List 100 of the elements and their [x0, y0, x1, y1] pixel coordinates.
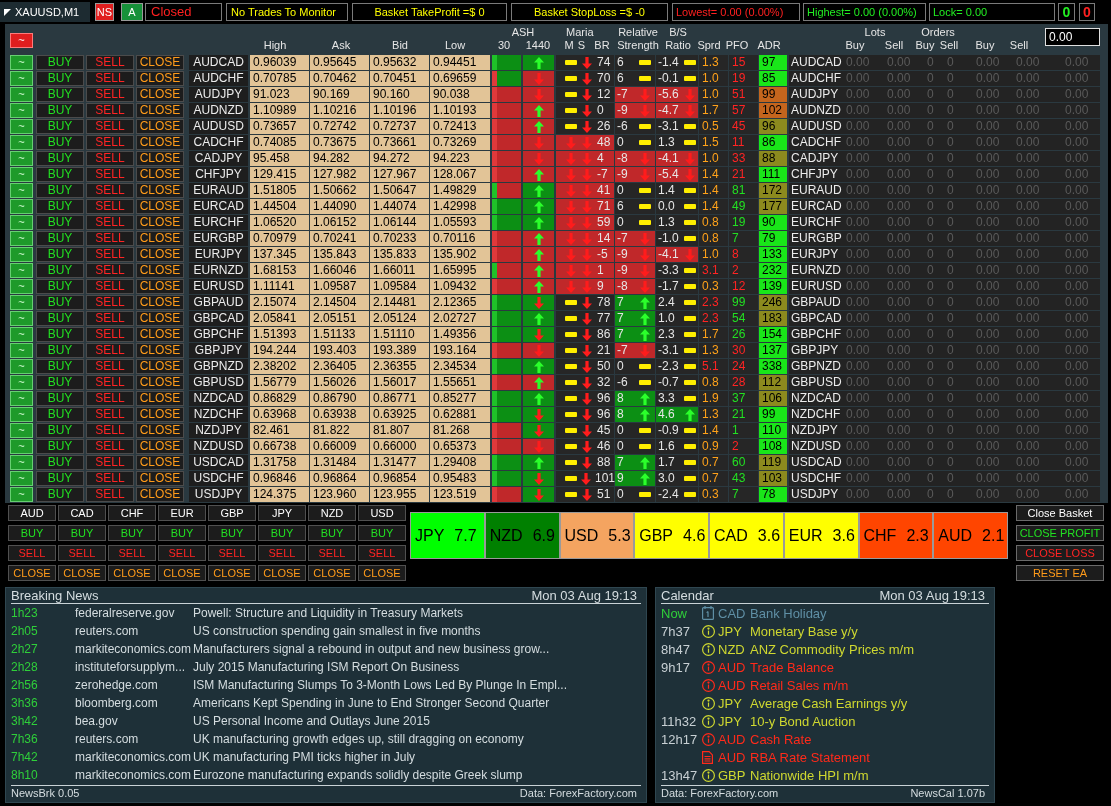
- close-button[interactable]: CLOSE: [136, 455, 184, 470]
- close-button[interactable]: CLOSE: [308, 565, 356, 581]
- event-title[interactable]: Average Cash Earnings y/y: [750, 695, 908, 711]
- lot-size-field[interactable]: 0.00: [1045, 28, 1100, 46]
- sell-button[interactable]: SELL: [58, 545, 106, 561]
- buy-button[interactable]: BUY: [36, 279, 84, 294]
- sell-button[interactable]: SELL: [86, 55, 134, 70]
- buy-button[interactable]: BUY: [36, 263, 84, 278]
- currency-button[interactable]: USD: [358, 505, 406, 521]
- sell-button[interactable]: SELL: [358, 545, 406, 561]
- buy-button[interactable]: BUY: [36, 103, 84, 118]
- close-button[interactable]: CLOSE: [136, 71, 184, 86]
- close-button[interactable]: CLOSE: [136, 55, 184, 70]
- buy-button[interactable]: BUY: [36, 455, 84, 470]
- sell-button[interactable]: SELL: [86, 407, 134, 422]
- buy-button[interactable]: BUY: [36, 135, 84, 150]
- close-button[interactable]: CLOSE: [136, 167, 184, 182]
- close-button[interactable]: CLOSE: [136, 327, 184, 342]
- sell-button[interactable]: SELL: [86, 359, 134, 374]
- news-headline[interactable]: Powell: Structure and Liquidity in Treasury Markets: [193, 606, 464, 620]
- buy-button[interactable]: BUY: [36, 87, 84, 102]
- sell-button[interactable]: SELL: [158, 545, 206, 561]
- close-button[interactable]: CLOSE: [108, 565, 156, 581]
- news-headline[interactable]: UK manufacturing PMI ticks higher in July: [193, 750, 416, 764]
- sell-button[interactable]: SELL: [86, 327, 134, 342]
- buy-button[interactable]: BUY: [36, 487, 84, 502]
- currency-button[interactable]: EUR: [158, 505, 206, 521]
- news-headline[interactable]: July 2015 Manufacturing ISM Report On Business: [193, 660, 460, 674]
- buy-button[interactable]: BUY: [36, 407, 84, 422]
- close-button[interactable]: CLOSE: [136, 391, 184, 406]
- buy-button[interactable]: BUY: [36, 55, 84, 70]
- buy-button[interactable]: BUY: [158, 525, 206, 541]
- buy-button[interactable]: BUY: [36, 231, 84, 246]
- sell-button[interactable]: SELL: [86, 167, 134, 182]
- sell-button[interactable]: SELL: [86, 423, 134, 438]
- sell-button[interactable]: SELL: [86, 119, 134, 134]
- close-button[interactable]: CLOSE: [136, 279, 184, 294]
- event-title[interactable]: ANZ Commodity Prices m/m: [750, 641, 914, 657]
- sell-button[interactable]: SELL: [308, 545, 356, 561]
- buy-button[interactable]: BUY: [36, 471, 84, 486]
- buy-button[interactable]: BUY: [36, 423, 84, 438]
- sell-button[interactable]: SELL: [86, 487, 134, 502]
- news-headline[interactable]: US Personal Income and Outlays June 2015: [193, 714, 430, 728]
- close-button[interactable]: CLOSE: [136, 439, 184, 454]
- sell-button[interactable]: SELL: [8, 545, 56, 561]
- buy-button[interactable]: BUY: [36, 247, 84, 262]
- close-basket-button[interactable]: Close Basket: [1016, 505, 1104, 521]
- toggle-button[interactable]: A: [121, 3, 143, 21]
- event-title[interactable]: RBA Rate Statement: [750, 749, 870, 765]
- event-title[interactable]: Bank Holiday: [750, 605, 827, 621]
- close-button[interactable]: CLOSE: [258, 565, 306, 581]
- close-button[interactable]: CLOSE: [136, 151, 184, 166]
- close-button[interactable]: CLOSE: [136, 407, 184, 422]
- buy-button[interactable]: BUY: [108, 525, 156, 541]
- chart-tab[interactable]: XAUUSD,M1: [0, 2, 90, 22]
- sell-button[interactable]: SELL: [86, 391, 134, 406]
- close-button[interactable]: CLOSE: [136, 471, 184, 486]
- event-title[interactable]: 10-y Bond Auction: [750, 713, 856, 729]
- sell-button[interactable]: SELL: [86, 247, 134, 262]
- buy-button[interactable]: BUY: [36, 183, 84, 198]
- sell-button[interactable]: SELL: [86, 311, 134, 326]
- buy-button[interactable]: BUY: [36, 391, 84, 406]
- sell-button[interactable]: SELL: [86, 135, 134, 150]
- close-button[interactable]: CLOSE: [136, 87, 184, 102]
- currency-button[interactable]: AUD: [8, 505, 56, 521]
- sell-button[interactable]: SELL: [86, 471, 134, 486]
- buy-button[interactable]: BUY: [58, 525, 106, 541]
- news-headline[interactable]: UK manufacturing growth edges up, still dragging on economy: [193, 732, 524, 746]
- sell-button[interactable]: SELL: [86, 375, 134, 390]
- sell-button[interactable]: SELL: [86, 215, 134, 230]
- buy-button[interactable]: BUY: [36, 359, 84, 374]
- buy-button[interactable]: BUY: [36, 151, 84, 166]
- sell-button[interactable]: SELL: [86, 439, 134, 454]
- sell-button[interactable]: SELL: [86, 151, 134, 166]
- close-button[interactable]: CLOSE: [136, 487, 184, 502]
- close-button[interactable]: CLOSE: [208, 565, 256, 581]
- reset-button[interactable]: RESET EA: [1016, 565, 1104, 581]
- close-button[interactable]: CLOSE: [136, 359, 184, 374]
- sell-button[interactable]: SELL: [86, 183, 134, 198]
- sell-button[interactable]: SELL: [208, 545, 256, 561]
- close-button[interactable]: CLOSE: [136, 119, 184, 134]
- buy-button[interactable]: BUY: [208, 525, 256, 541]
- buy-button[interactable]: BUY: [36, 343, 84, 358]
- buy-button[interactable]: BUY: [36, 375, 84, 390]
- sell-button[interactable]: SELL: [86, 71, 134, 86]
- buy-button[interactable]: BUY: [308, 525, 356, 541]
- sell-button[interactable]: SELL: [258, 545, 306, 561]
- close-button[interactable]: CLOSE: [136, 375, 184, 390]
- currency-button[interactable]: CAD: [58, 505, 106, 521]
- close-button[interactable]: CLOSE: [8, 565, 56, 581]
- sell-button[interactable]: SELL: [86, 103, 134, 118]
- buy-button[interactable]: BUY: [36, 439, 84, 454]
- buy-button[interactable]: BUY: [36, 71, 84, 86]
- event-title[interactable]: Monetary Base y/y: [750, 623, 858, 639]
- sell-button[interactable]: SELL: [86, 455, 134, 470]
- close-button[interactable]: CLOSE: [136, 263, 184, 278]
- sell-button[interactable]: SELL: [86, 87, 134, 102]
- close-button[interactable]: CLOSE: [158, 565, 206, 581]
- close-button[interactable]: CLOSE: [136, 199, 184, 214]
- close-button[interactable]: CLOSE: [358, 565, 406, 581]
